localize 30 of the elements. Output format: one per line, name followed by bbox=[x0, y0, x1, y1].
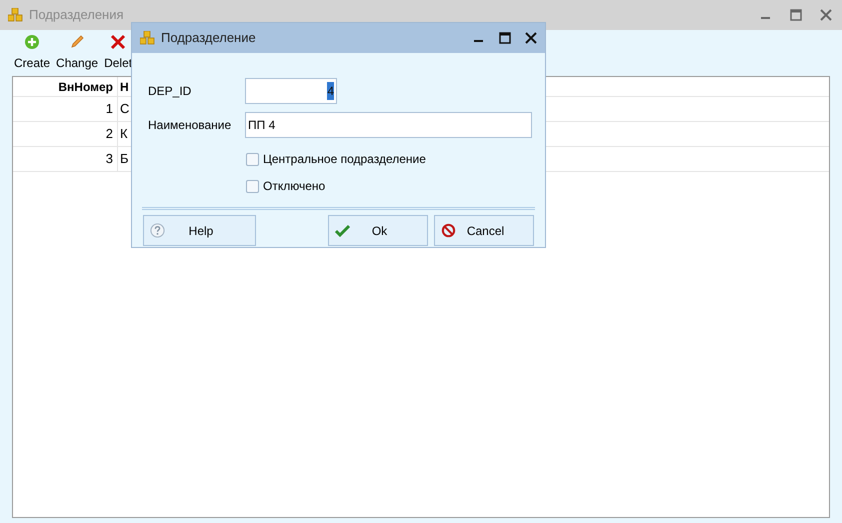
no-entry-icon bbox=[441, 223, 456, 238]
checkbox-label: Центральное подразделение bbox=[263, 151, 426, 168]
checkbox[interactable] bbox=[246, 152, 259, 166]
ok-button[interactable]: Ok bbox=[328, 215, 428, 246]
cross-icon bbox=[110, 34, 126, 50]
field-label: DEP_ID bbox=[148, 83, 192, 100]
cubes-icon bbox=[140, 31, 155, 45]
toolbar-button[interactable]: Create bbox=[14, 34, 50, 72]
pencil-icon bbox=[69, 34, 86, 50]
input-field[interactable]: ПП 4 bbox=[245, 112, 532, 138]
column-header[interactable]: ВнНомер bbox=[13, 77, 118, 96]
field-label: Наименование bbox=[148, 117, 232, 134]
help-icon bbox=[150, 223, 165, 238]
check-icon bbox=[335, 224, 350, 237]
checkbox[interactable] bbox=[246, 180, 259, 192]
checkbox-label: Отключено bbox=[263, 178, 326, 195]
cancel-button[interactable]: Cancel bbox=[434, 215, 534, 246]
help-button[interactable]: Help bbox=[143, 215, 256, 246]
table-cell: 3 bbox=[13, 147, 118, 171]
plus-icon bbox=[24, 34, 40, 50]
close-icon[interactable] bbox=[525, 32, 537, 44]
input-field[interactable]: 4 bbox=[245, 78, 337, 104]
table-cell: 2 bbox=[13, 122, 118, 146]
maximize-icon[interactable] bbox=[499, 32, 511, 44]
table-cell: 1 bbox=[13, 97, 118, 121]
toolbar-button[interactable]: Change bbox=[56, 34, 98, 72]
cubes-icon bbox=[8, 8, 23, 22]
window-title: Подразделения bbox=[29, 6, 124, 24]
dialog-title: Подразделение bbox=[161, 29, 256, 48]
toolbar-button[interactable]: Delet bbox=[104, 34, 132, 72]
